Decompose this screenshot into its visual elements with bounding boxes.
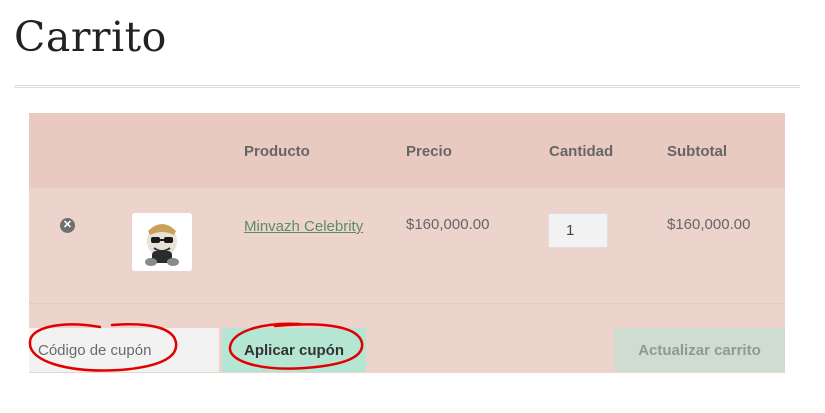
column-header-quantity: Cantidad (549, 143, 614, 160)
apply-coupon-button[interactable]: Aplicar cupón (222, 328, 366, 372)
product-price: $160,000.00 (406, 216, 490, 233)
cart-table-header: Producto Precio Cantidad Subtotal (29, 113, 785, 188)
row-divider (29, 303, 785, 304)
plush-toy-icon (145, 224, 179, 266)
column-header-subtotal: Subtotal (667, 143, 727, 160)
title-divider (14, 85, 800, 88)
page-title: Carrito (14, 13, 167, 61)
column-header-price: Precio (406, 143, 452, 160)
column-header-product: Producto (244, 143, 310, 160)
quantity-input[interactable] (548, 213, 608, 248)
product-name-link[interactable]: Minvazh Celebrity (244, 214, 364, 239)
close-circle-icon[interactable]: ✕ (60, 218, 75, 233)
cart-table: Producto Precio Cantidad Subtotal ✕ Minv… (29, 113, 785, 373)
coupon-code-input[interactable] (29, 328, 219, 372)
product-subtotal: $160,000.00 (667, 216, 751, 233)
update-cart-button[interactable]: Actualizar carrito (614, 328, 785, 372)
product-thumbnail[interactable] (132, 213, 192, 271)
